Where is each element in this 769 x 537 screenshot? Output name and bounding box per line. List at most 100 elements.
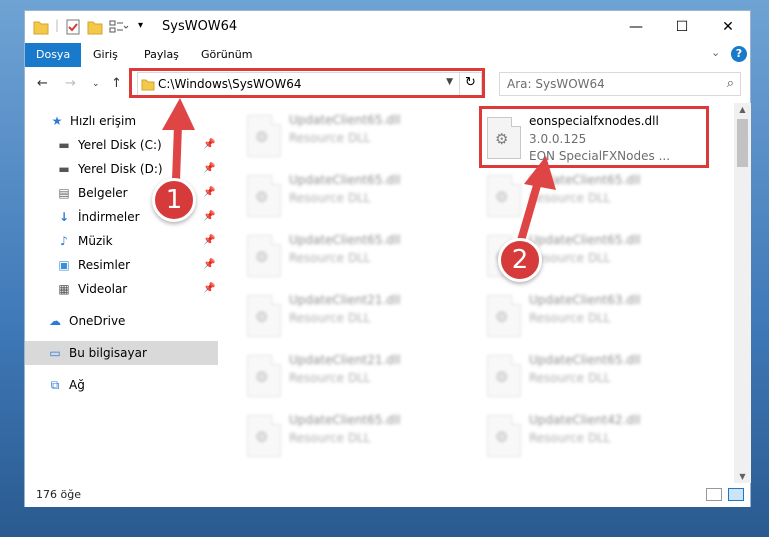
pin-icon[interactable]: 📌 bbox=[203, 133, 215, 157]
documents-icon: ▤ bbox=[58, 186, 70, 200]
dll-file-icon: ⚙ bbox=[247, 355, 281, 397]
maximize-button[interactable]: ☐ bbox=[659, 11, 705, 43]
sidebar-item-onedrive[interactable]: ☁ OneDrive bbox=[25, 309, 218, 333]
sidebar-item-local-disk-d[interactable]: ▬ Yerel Disk (D:) 📌 bbox=[25, 157, 218, 181]
list-item[interactable]: ⚙ UpdateClient65.dll Resource DLL bbox=[241, 409, 481, 465]
sidebar-item-label: İndirmeler bbox=[78, 210, 140, 224]
pictures-icon: ▣ bbox=[58, 258, 70, 272]
tab-share[interactable]: Paylaş bbox=[133, 43, 190, 67]
file-name: UpdateClient65.dll bbox=[289, 413, 401, 427]
expand-ribbon-icon[interactable]: ⌄ bbox=[711, 46, 720, 59]
vertical-scrollbar[interactable]: ▲ ▼ bbox=[734, 103, 751, 483]
file-description: Resource DLL bbox=[529, 431, 611, 445]
tab-file[interactable]: Dosya bbox=[25, 43, 82, 67]
large-icons-view-icon[interactable] bbox=[728, 488, 744, 501]
file-name: UpdateClient65.dll bbox=[289, 173, 401, 187]
list-item[interactable]: ⚙ UpdateClient63.dll Resource DLL bbox=[481, 289, 721, 345]
back-arrow-icon[interactable]: ← bbox=[37, 76, 48, 91]
file-name: UpdateClient63.dll bbox=[529, 293, 641, 307]
file-name: UpdateClient65.dll bbox=[289, 113, 401, 127]
list-item[interactable]: ⚙ UpdateClient65.dll Resource DLL bbox=[481, 169, 721, 225]
file-description: Resource DLL bbox=[289, 251, 371, 265]
scrollbar-thumb[interactable] bbox=[737, 119, 748, 167]
list-item[interactable]: ⚙ UpdateClient42.dll Resource DLL bbox=[481, 409, 721, 465]
window-title: SysWOW64 bbox=[162, 19, 238, 34]
dll-file-icon: ⚙ bbox=[247, 115, 281, 157]
sidebar-item-quick-access[interactable]: ★ Hızlı erişim bbox=[25, 109, 218, 133]
list-item[interactable]: ⚙ UpdateClient65.dll Resource DLL bbox=[241, 109, 481, 165]
file-name: UpdateClient65.dll bbox=[289, 233, 401, 247]
sidebar-item-label: Videolar bbox=[78, 282, 128, 296]
sidebar-item-this-pc[interactable]: ▭ Bu bilgisayar bbox=[25, 341, 218, 365]
list-item[interactable]: ⚙ UpdateClient65.dll Resource DLL bbox=[241, 169, 481, 225]
sidebar-item-label: Müzik bbox=[78, 234, 113, 248]
computer-icon: ▭ bbox=[49, 346, 61, 360]
tab-view[interactable]: Görünüm bbox=[190, 43, 263, 67]
item-count: 176 öğe bbox=[36, 488, 81, 501]
cloud-icon: ☁ bbox=[49, 314, 61, 328]
scroll-down-icon[interactable]: ▼ bbox=[734, 472, 751, 481]
sidebar-item-music[interactable]: ♪ Müzik 📌 bbox=[25, 229, 218, 253]
customize-toolbar-icon[interactable]: ▾ bbox=[138, 20, 143, 38]
sidebar-item-network[interactable]: ⧉ Ağ bbox=[25, 373, 218, 397]
drive-icon: ▬ bbox=[58, 162, 70, 176]
file-description: Resource DLL bbox=[289, 431, 371, 445]
divider: | bbox=[55, 18, 60, 32]
folder-icon bbox=[33, 21, 49, 35]
dll-file-icon: ⚙ bbox=[247, 295, 281, 337]
properties-icon[interactable] bbox=[65, 18, 81, 36]
dll-file-icon: ⚙ bbox=[487, 355, 521, 397]
recent-locations-icon[interactable]: ⌄ bbox=[92, 79, 100, 89]
dll-file-icon: ⚙ bbox=[487, 175, 521, 217]
file-name: UpdateClient65.dll bbox=[529, 353, 641, 367]
details-view-icon[interactable] bbox=[706, 488, 722, 501]
file-name: UpdateClient42.dll bbox=[529, 413, 641, 427]
sidebar-item-label: Resimler bbox=[78, 258, 131, 272]
file-description: Resource DLL bbox=[529, 371, 611, 385]
help-icon[interactable]: ? bbox=[731, 46, 747, 62]
pin-icon[interactable]: 📌 bbox=[203, 157, 215, 181]
step-2-badge: 2 bbox=[498, 238, 542, 282]
forward-arrow-icon[interactable]: → bbox=[65, 76, 76, 91]
sidebar-item-local-disk-c[interactable]: ▬ Yerel Disk (C:) 📌 bbox=[25, 133, 218, 157]
pin-icon[interactable]: 📌 bbox=[203, 205, 215, 229]
sidebar-item-videos[interactable]: ▦ Videolar 📌 bbox=[25, 277, 218, 301]
close-button[interactable]: ✕ bbox=[705, 11, 751, 43]
up-arrow-icon[interactable]: ↑ bbox=[111, 76, 122, 91]
dll-file-icon: ⚙ bbox=[247, 235, 281, 277]
sidebar-item-label: Ağ bbox=[69, 378, 85, 392]
pin-icon[interactable]: 📌 bbox=[203, 229, 215, 253]
sidebar-item-label: Yerel Disk (C:) bbox=[78, 138, 162, 152]
pin-icon[interactable]: 📌 bbox=[203, 253, 215, 277]
dll-file-icon: ⚙ bbox=[247, 175, 281, 217]
list-item[interactable]: ⚙ UpdateClient65.dll Resource DLL bbox=[481, 349, 721, 405]
file-name: UpdateClient21.dll bbox=[289, 353, 401, 367]
view-options-icon[interactable] bbox=[109, 18, 129, 36]
file-description: Resource DLL bbox=[529, 311, 611, 325]
file-description: Resource DLL bbox=[289, 311, 371, 325]
file-name: UpdateClient65.dll bbox=[529, 173, 641, 187]
dll-file-icon: ⚙ bbox=[487, 415, 521, 457]
search-icon: ⌕ bbox=[726, 76, 734, 91]
scroll-up-icon[interactable]: ▲ bbox=[734, 105, 751, 114]
status-bar: 176 öğe bbox=[25, 483, 750, 507]
step-1-badge: 1 bbox=[152, 178, 196, 222]
list-item[interactable]: ⚙ UpdateClient65.dll Resource DLL bbox=[241, 229, 481, 285]
sidebar-item-label: Hızlı erişim bbox=[70, 114, 137, 128]
tab-home[interactable]: Giriş bbox=[82, 43, 129, 67]
pin-icon[interactable]: 📌 bbox=[203, 277, 215, 301]
address-bar-highlight bbox=[129, 68, 485, 98]
file-description: Resource DLL bbox=[529, 191, 611, 205]
pin-icon[interactable]: 📌 bbox=[203, 181, 215, 205]
search-input[interactable]: Ara: SysWOW64 ⌕ bbox=[499, 72, 741, 96]
list-item[interactable]: ⚙ UpdateClient21.dll Resource DLL bbox=[241, 349, 481, 405]
minimize-button[interactable]: — bbox=[613, 11, 659, 43]
new-folder-icon[interactable] bbox=[87, 18, 103, 36]
sidebar-item-pictures[interactable]: ▣ Resimler 📌 bbox=[25, 253, 218, 277]
sidebar-item-label: Yerel Disk (D:) bbox=[78, 162, 163, 176]
file-description: Resource DLL bbox=[289, 131, 371, 145]
drive-icon: ▬ bbox=[58, 138, 70, 152]
download-icon: ↓ bbox=[58, 210, 70, 224]
file-name: UpdateClient65.dll bbox=[529, 233, 641, 247]
list-item[interactable]: ⚙ UpdateClient21.dll Resource DLL bbox=[241, 289, 481, 345]
